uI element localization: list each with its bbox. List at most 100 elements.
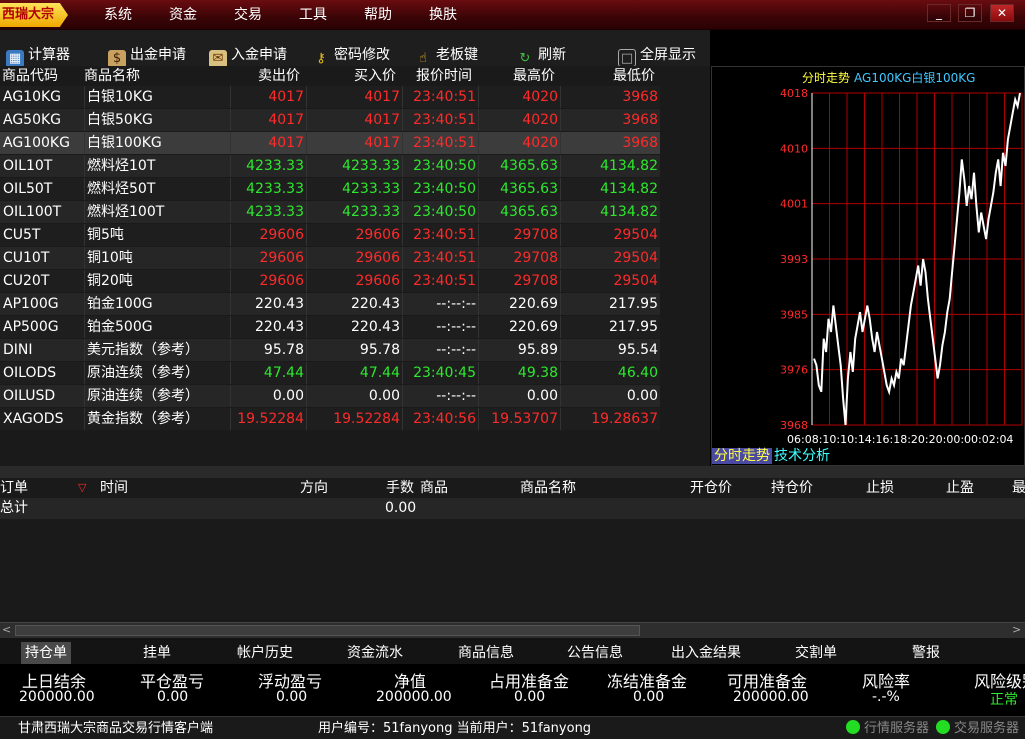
- header-high[interactable]: 最高价: [513, 66, 555, 86]
- value-available-margin: 200000.00: [733, 689, 809, 705]
- product-name: 白银10KG: [84, 86, 153, 108]
- quote-row[interactable]: OIL50T 燃料烃50T 4233.33 4233.33 23:40:50 4365.6…: [0, 178, 660, 200]
- minimize-button[interactable]: _: [927, 4, 951, 22]
- orders-header-open-price[interactable]: 开仓价: [690, 478, 732, 498]
- header-time[interactable]: 报价时间: [416, 66, 472, 86]
- orders-header-order[interactable]: 订单: [0, 478, 28, 498]
- tab-account-history[interactable]: 帐户历史: [237, 642, 293, 664]
- withdraw-request-button[interactable]: $ 出金申请: [108, 44, 186, 68]
- product-name: 原油连续（参考）: [84, 385, 199, 407]
- product-code: XAGODS: [3, 411, 64, 427]
- quote-high: 4365.63: [478, 201, 558, 223]
- quote-sell: 4233.33: [230, 155, 304, 177]
- quote-row[interactable]: AP100G 铂金100G 220.43 220.43 --:--:-- 220.69 21…: [0, 293, 660, 315]
- quote-high: 29708: [478, 247, 558, 269]
- tab-fund-flow[interactable]: 资金流水: [347, 642, 403, 664]
- quote-sell: 29606: [230, 247, 304, 269]
- value-used-margin: 0.00: [514, 689, 546, 705]
- product-name: 铜10吨: [84, 247, 133, 269]
- orders-header-lots[interactable]: 手数: [386, 478, 414, 498]
- product-name: 铂金100G: [84, 293, 153, 315]
- tab-deposit-results[interactable]: 出入金结果: [671, 642, 741, 664]
- scroll-left-icon[interactable]: <: [2, 623, 11, 636]
- x-axis-time-labels: 06:08:10:10:14:16:18:20:20:00:00:02:04: [787, 433, 1013, 446]
- menu-help[interactable]: 帮助: [364, 6, 392, 24]
- product-name: 铜20吨: [84, 270, 133, 292]
- tab-positions[interactable]: 持仓单: [21, 642, 71, 664]
- chart-tabs: 分时走势 技术分析: [712, 446, 832, 466]
- quote-row[interactable]: OIL10T 燃料烃10T 4233.33 4233.33 23:40:50 4365.6…: [0, 155, 660, 177]
- scrollbar-thumb[interactable]: [15, 625, 640, 636]
- market-server-status: 行情服务器: [846, 720, 929, 738]
- header-sell[interactable]: 卖出价: [258, 66, 300, 86]
- intraday-chart[interactable]: 4018 4010 4001 3993 3985 3976 396806:08:10:10:…: [712, 85, 1024, 465]
- tab-alerts[interactable]: 警报: [912, 642, 940, 664]
- tab-product-info[interactable]: 商品信息: [458, 642, 514, 664]
- header-buy[interactable]: 买入价: [354, 66, 396, 86]
- tab-pending-orders[interactable]: 挂单: [143, 642, 171, 664]
- close-button[interactable]: ✕: [990, 4, 1014, 22]
- orders-header-product-name[interactable]: 商品名称: [520, 478, 576, 498]
- tab-delivery[interactable]: 交割单: [795, 642, 837, 664]
- orders-header-take-profit[interactable]: 止盈: [946, 478, 974, 498]
- header-name[interactable]: 商品名称: [84, 66, 140, 86]
- horizontal-scrollbar[interactable]: < >: [0, 622, 1025, 638]
- quote-time: 23:40:50: [402, 201, 476, 223]
- scroll-right-icon[interactable]: >: [1012, 623, 1021, 636]
- quote-time: --:--:--: [402, 385, 476, 407]
- orders-header-stop-loss[interactable]: 止损: [866, 478, 894, 498]
- quote-row[interactable]: OIL100T 燃料烃100T 4233.33 4233.33 23:40:50 4365…: [0, 201, 660, 223]
- orders-header-more[interactable]: 最: [1012, 478, 1025, 498]
- quote-high: 4020: [478, 86, 558, 108]
- quote-row[interactable]: OILUSD 原油连续（参考） 0.00 0.00 --:--:-- 0.00 0.00: [0, 385, 660, 407]
- quote-row[interactable]: CU20T 铜20吨 29606 29606 23:40:51 29708 29504: [0, 270, 660, 292]
- orders-header-hold-price[interactable]: 持仓价: [771, 478, 813, 498]
- restore-button[interactable]: ❐: [958, 4, 982, 22]
- boss-key-button[interactable]: ☝ 老板键: [414, 44, 478, 66]
- quote-row[interactable]: CU5T 铜5吨 29606 29606 23:40:51 29708 29504: [0, 224, 660, 246]
- tab-announcements[interactable]: 公告信息: [567, 642, 623, 664]
- fullscreen-button[interactable]: □ 全屏显示: [618, 44, 696, 67]
- product-code: OIL50T: [3, 181, 53, 197]
- quote-row[interactable]: AG50KG 白银50KG 4017 4017 23:40:51 4020 3968: [0, 109, 660, 131]
- value-risk-rate: -.-%: [872, 689, 900, 705]
- quote-buy: 0.00: [306, 385, 400, 407]
- menu-skin[interactable]: 换肤: [429, 6, 457, 24]
- value-frozen-margin: 0.00: [633, 689, 665, 705]
- orders-total-row: 总计 0.00: [0, 498, 1025, 519]
- change-password-button[interactable]: ⚷ 密码修改: [312, 44, 390, 66]
- quote-row[interactable]: AP500G 铂金500G 220.43 220.43 --:--:-- 220.69 21…: [0, 316, 660, 338]
- company-name: 甘肃西瑞大宗商品交易行情客户端: [18, 721, 214, 736]
- calculator-button[interactable]: ▦ 计算器: [6, 44, 70, 68]
- header-code[interactable]: 商品代码: [2, 66, 58, 86]
- quote-row[interactable]: OILODS 原油连续（参考） 47.44 47.44 23:40:45 49.38 46.…: [0, 362, 660, 384]
- menu-funds[interactable]: 资金: [169, 6, 197, 24]
- quote-high: 0.00: [478, 385, 558, 407]
- quote-row[interactable]: DINI 美元指数（参考） 95.78 95.78 --:--:-- 95.89 95.54: [0, 339, 660, 361]
- deposit-request-button[interactable]: ✉ 入金申请: [209, 44, 287, 68]
- orders-total-value: 0.00: [385, 500, 417, 516]
- orders-header-product[interactable]: 商品: [420, 478, 448, 498]
- y-tick-label: 3993: [780, 253, 808, 266]
- quote-buy: 4017: [306, 86, 400, 108]
- menu-system[interactable]: 系统: [104, 6, 132, 24]
- orders-header-direction[interactable]: 方向: [300, 478, 328, 498]
- quote-low: 3968: [560, 109, 658, 131]
- menu-trade[interactable]: 交易: [234, 6, 262, 24]
- quote-row[interactable]: CU10T 铜10吨 29606 29606 23:40:51 29708 29504: [0, 247, 660, 269]
- tab-technical[interactable]: 技术分析: [772, 448, 832, 464]
- quote-high: 4020: [478, 132, 558, 154]
- refresh-button[interactable]: ↻ 刷新: [516, 44, 566, 66]
- tab-intraday[interactable]: 分时走势: [712, 448, 772, 464]
- product-name: 燃料烃50T: [84, 178, 155, 200]
- quote-row[interactable]: XAGODS 黄金指数（参考） 19.52284 19.52284 23:40:56 19…: [0, 408, 660, 430]
- server-online-icon: [846, 720, 860, 734]
- quote-row[interactable]: AG10KG 白银10KG 4017 4017 23:40:51 4020 3968: [0, 86, 660, 108]
- panel-splitter[interactable]: [0, 466, 1025, 478]
- quote-time: 23:40:51: [402, 247, 476, 269]
- quote-high: 19.53707: [478, 408, 558, 430]
- header-low[interactable]: 最低价: [613, 66, 655, 86]
- quote-row[interactable]: AG100KG 白银100KG 4017 4017 23:40:51 4020 3968: [0, 132, 660, 154]
- menu-tools[interactable]: 工具: [299, 6, 327, 24]
- orders-header-time[interactable]: 时间: [100, 478, 128, 498]
